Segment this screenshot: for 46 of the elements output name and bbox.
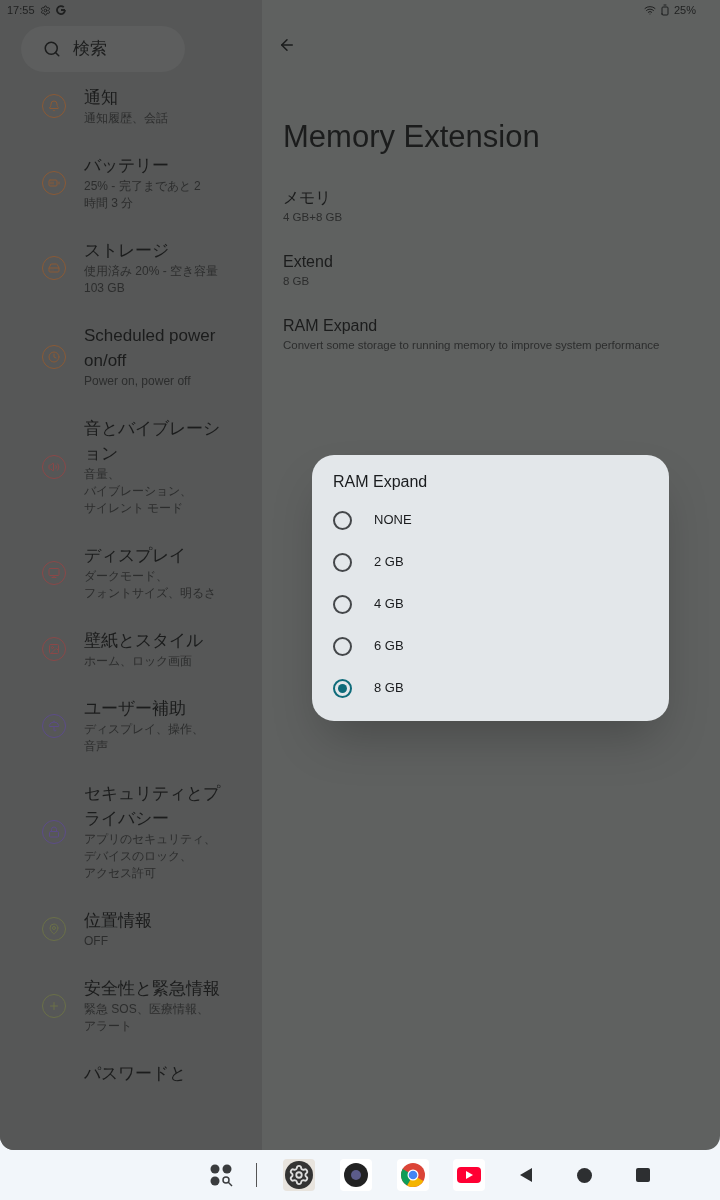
radio-button[interactable]	[333, 552, 352, 572]
browser-app-icon[interactable]	[397, 1159, 429, 1191]
settings-menu-item[interactable]: パスワードと	[0, 1048, 262, 1099]
page-title: Memory Extension	[283, 118, 541, 156]
menu-item-title: バッテリー	[84, 155, 170, 177]
option-label: NONE	[374, 511, 412, 530]
dialog-title: RAM Expand	[332, 472, 429, 492]
g-logo-icon	[55, 5, 66, 15]
video-play-app-icon[interactable]	[453, 1159, 485, 1191]
back-nav-icon[interactable]	[519, 1167, 533, 1183]
menu-item-title: ディスプレイ	[84, 545, 187, 567]
option-label: 6 GB	[374, 637, 404, 656]
option-label: 4 GB	[374, 595, 404, 614]
home-nav-icon[interactable]	[577, 1167, 592, 1183]
option-label: 8 GB	[374, 679, 404, 698]
menu-item-title: セキュリティとプライバシー	[84, 783, 220, 830]
radio-button[interactable]	[333, 594, 352, 614]
radio-button[interactable]	[333, 510, 352, 530]
menu-item-title: 位置情報	[84, 910, 153, 932]
menu-item-title: Scheduled power on/off	[84, 325, 217, 372]
option-label: 2 GB	[374, 553, 404, 572]
radio-button[interactable]	[333, 636, 352, 656]
battery-icon	[658, 4, 671, 16]
radio-option[interactable]: 6 GB	[312, 625, 669, 667]
menu-item-title: ストレージ	[84, 240, 170, 262]
menu-item-title: 通知	[84, 87, 119, 109]
setting-title: RAM Expand	[283, 316, 379, 336]
radio-option[interactable]: 2 GB	[312, 541, 669, 583]
setting-title: Extend	[283, 252, 334, 272]
menu-item-title: ユーザー補助	[84, 698, 187, 720]
search-field[interactable]: 検索	[21, 26, 185, 72]
setting-title: メモリ	[283, 188, 332, 208]
radio-option[interactable]: 4 GB	[312, 583, 669, 625]
search-icon	[43, 40, 61, 58]
menu-item-title: 安全性と緊急情報	[84, 978, 220, 1000]
camera-app-icon[interactable]	[340, 1159, 372, 1191]
radio-option[interactable]: NONE	[312, 499, 669, 541]
radio-option[interactable]: 8 GB	[312, 667, 669, 709]
app-drawer-icon[interactable]	[208, 1162, 234, 1188]
battery-percent: 25%	[673, 2, 696, 18]
wifi-icon	[643, 4, 656, 16]
menu-item-title: パスワードと	[84, 1063, 187, 1085]
menu-item-title: 壁紙とスタイル	[84, 630, 204, 652]
settings-icon	[39, 4, 51, 16]
gear-app-icon[interactable]	[283, 1159, 315, 1191]
radio-button[interactable]	[333, 678, 352, 698]
